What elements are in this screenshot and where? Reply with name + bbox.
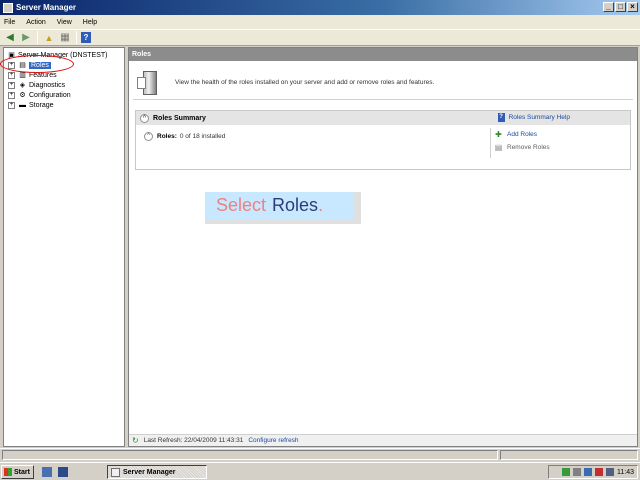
collapse-summary-icon[interactable]: ^ xyxy=(140,113,149,123)
taskbar: Start Server Manager 11:43 xyxy=(0,462,640,480)
menu-help[interactable]: Help xyxy=(83,19,97,26)
tray-icon[interactable] xyxy=(584,468,592,476)
content-panel: Roles View the health of the roles insta… xyxy=(128,47,638,447)
server-manager-icon: ▣ xyxy=(8,52,15,59)
tree-item-storage[interactable]: + ▬ Storage xyxy=(8,100,54,110)
expand-diagnostics-icon[interactable]: + xyxy=(8,81,15,89)
up-folder-icon[interactable]: ▲ xyxy=(42,31,56,44)
refresh-icon[interactable]: ↻ xyxy=(132,436,139,445)
add-roles-label: Add Roles xyxy=(507,131,537,138)
tree-item-diagnostics[interactable]: + ◈ Diagnostics xyxy=(8,80,65,90)
status-segment xyxy=(500,450,638,460)
tree-item-label: Features xyxy=(29,71,57,79)
collapse-roles-icon[interactable]: ^ xyxy=(144,132,153,141)
toolbar-separator xyxy=(37,31,38,44)
roles-actions: ✚ Add Roles ▤ Remove Roles xyxy=(490,128,624,158)
help-book-icon: ? xyxy=(497,113,505,122)
roles-summary-section: ^ Roles Summary ? Roles Summary Help ^ R… xyxy=(135,110,631,170)
navigation-tree: ▣ Server Manager (DNSTEST) + ▤ Roles + ▥… xyxy=(3,47,125,447)
roles-banner: View the health of the roles installed o… xyxy=(133,66,633,100)
server-roles-icon xyxy=(137,69,161,97)
configuration-icon: ⚙ xyxy=(19,92,26,99)
last-refresh-text: Last Refresh: 22/04/2009 11:43:31 xyxy=(143,437,244,444)
toolbar-separator xyxy=(76,31,77,44)
system-tray: 11:43 xyxy=(548,465,638,479)
security-alert-icon[interactable] xyxy=(595,468,603,476)
remove-roles-link[interactable]: ▤ Remove Roles xyxy=(494,141,624,154)
menu-action[interactable]: Action xyxy=(26,19,45,26)
roles-summary-help-text: Roles Summary Help xyxy=(508,114,570,121)
server-manager-task-icon xyxy=(111,467,120,477)
taskbar-item-label: Server Manager xyxy=(123,468,176,476)
toolbar: ◀ ▶ ▲ ▦ ? xyxy=(0,29,640,46)
server-manager-app-icon xyxy=(3,2,13,13)
tree-item-label: Configuration xyxy=(29,91,71,99)
network-icon[interactable] xyxy=(562,468,570,476)
roles-summary-body: ^ Roles: 0 of 18 installed ✚ Add Roles ▤… xyxy=(136,125,630,171)
status-bar xyxy=(0,448,640,461)
window-title: Server Manager xyxy=(16,3,77,12)
windows-flag-icon xyxy=(4,468,12,476)
help-icon[interactable]: ? xyxy=(81,32,91,43)
tree-item-roles[interactable]: + ▤ Roles xyxy=(8,60,51,70)
powershell-quicklaunch-icon[interactable] xyxy=(58,467,68,477)
roles-summary-header: ^ Roles Summary ? Roles Summary Help xyxy=(136,111,630,125)
show-hide-tree-icon[interactable]: ▦ xyxy=(58,31,72,44)
tree-root-label: Server Manager (DNSTEST) xyxy=(18,51,108,59)
start-label: Start xyxy=(14,468,30,476)
expand-features-icon[interactable]: + xyxy=(8,71,15,79)
remove-roles-icon: ▤ xyxy=(494,143,503,152)
close-button[interactable]: × xyxy=(627,2,638,12)
diagnostics-icon: ◈ xyxy=(19,82,26,89)
content-header: Roles xyxy=(129,48,637,61)
expand-configuration-icon[interactable]: + xyxy=(8,91,15,99)
roles-count-line: ^ Roles: 0 of 18 installed xyxy=(144,132,225,141)
start-button[interactable]: Start xyxy=(1,465,34,479)
menu-bar: File Action View Help xyxy=(0,15,640,29)
tree-item-label: Diagnostics xyxy=(29,81,66,89)
instruction-callout: Select Roles . xyxy=(205,192,361,224)
clock[interactable]: 11:43 xyxy=(617,469,634,476)
roles-summary-title: Roles Summary xyxy=(153,114,206,122)
tree-item-label: Roles xyxy=(29,61,51,69)
status-segment xyxy=(2,450,498,460)
taskbar-item-server-manager[interactable]: Server Manager xyxy=(107,465,207,479)
roles-count: 0 of 18 installed xyxy=(179,133,226,140)
forward-arrow-icon[interactable]: ▶ xyxy=(19,31,33,44)
tree-root[interactable]: ▣ Server Manager (DNSTEST) xyxy=(7,50,107,60)
configure-refresh-link[interactable]: Configure refresh xyxy=(248,437,298,444)
roles-description: View the health of the roles installed o… xyxy=(175,79,435,86)
server-manager-quicklaunch-icon[interactable] xyxy=(42,467,52,477)
add-roles-icon: ✚ xyxy=(495,130,502,139)
storage-icon: ▬ xyxy=(19,101,26,109)
menu-file[interactable]: File xyxy=(4,19,15,26)
tray-icon[interactable] xyxy=(606,468,614,476)
maximize-button[interactable]: □ xyxy=(615,2,626,12)
expand-storage-icon[interactable]: + xyxy=(8,101,15,109)
title-bar: Server Manager _ □ × xyxy=(0,0,640,15)
roles-icon: ▤ xyxy=(19,62,26,69)
menu-view[interactable]: View xyxy=(57,19,72,26)
back-arrow-icon[interactable]: ◀ xyxy=(3,31,17,44)
remove-roles-label: Remove Roles xyxy=(507,144,550,151)
instruction-word-select: Select xyxy=(216,195,267,215)
expand-roles-icon[interactable]: + xyxy=(8,61,15,69)
features-icon: ▥ xyxy=(19,72,26,79)
instruction-punct: . xyxy=(318,195,324,215)
instruction-word-roles: Roles xyxy=(272,195,319,215)
add-roles-link[interactable]: ✚ Add Roles xyxy=(494,128,624,141)
tray-icon[interactable] xyxy=(573,468,581,476)
tree-item-configuration[interactable]: + ⚙ Configuration xyxy=(8,90,71,100)
refresh-bar: ↻ Last Refresh: 22/04/2009 11:43:31 Conf… xyxy=(129,434,637,446)
tree-item-label: Storage xyxy=(29,101,54,109)
tree-item-features[interactable]: + ▥ Features xyxy=(8,70,57,80)
minimize-button[interactable]: _ xyxy=(603,2,614,12)
window-controls: _ □ × xyxy=(603,2,638,12)
roles-label: Roles: xyxy=(157,133,177,140)
roles-summary-help-link[interactable]: ? Roles Summary Help xyxy=(497,113,570,122)
